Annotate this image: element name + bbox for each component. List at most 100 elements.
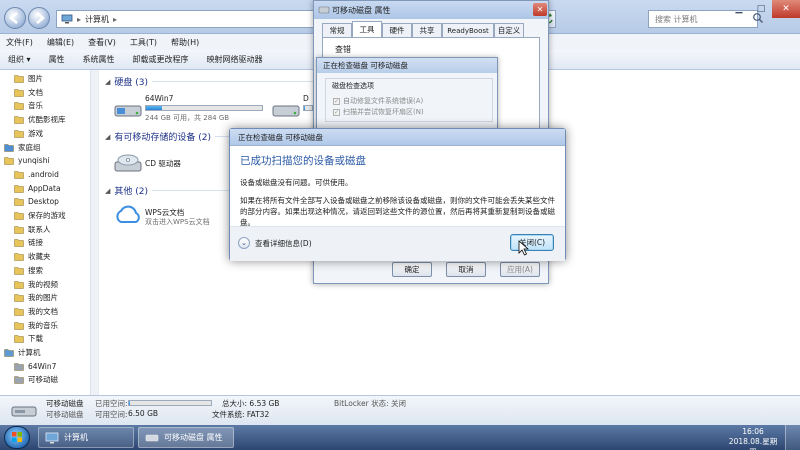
sidebar-item[interactable]: 优酷影视库 xyxy=(14,113,66,126)
organize-button[interactable]: 组织 ▾ xyxy=(8,54,31,65)
tab-customize[interactable]: 自定义 xyxy=(494,23,524,37)
computer-icon xyxy=(45,432,59,444)
scan-sectors-option[interactable]: ✓ 扫描并尝试恢复坏扇区(N) xyxy=(333,107,424,117)
videos-icon xyxy=(14,280,24,289)
user-folder-icon xyxy=(4,156,14,165)
taskbar-properties[interactable]: 可移动磁盘 属性 xyxy=(138,427,234,448)
properties-title-bar: 可移动磁盘 属性 xyxy=(314,1,548,19)
forward-button[interactable] xyxy=(28,7,50,29)
sidebar-item[interactable]: 计算机 xyxy=(4,346,41,359)
cd-drive-icon[interactable] xyxy=(113,150,143,174)
clock-time: 16:06 xyxy=(742,427,764,436)
sidebar-item[interactable]: 家庭组 xyxy=(4,141,41,154)
drive-usage-bar xyxy=(303,105,313,111)
drive-name[interactable]: 64Win7 xyxy=(145,94,173,103)
sidebar-item[interactable]: yunqishi xyxy=(4,154,50,167)
ok-button[interactable]: 确定 xyxy=(392,262,432,277)
checkbox[interactable]: ✓ xyxy=(333,108,340,116)
apply-button[interactable]: 应用(A) xyxy=(500,262,540,277)
back-button[interactable] xyxy=(4,7,26,29)
details-used-label: 已用空间: xyxy=(95,399,128,408)
tab-hardware[interactable]: 硬件 xyxy=(382,23,412,37)
sidebar-item-label: 搜索 xyxy=(28,265,43,275)
tab-general[interactable]: 常规 xyxy=(322,23,352,37)
sidebar-item-label: 家庭组 xyxy=(18,142,41,152)
sidebar-item[interactable]: 图片 xyxy=(14,72,43,85)
auto-fix-option[interactable]: ✓ 自动修复文件系统错误(A) xyxy=(333,96,423,106)
menu-help[interactable]: 帮助(H) xyxy=(171,37,199,48)
address-segment[interactable]: 计算机 xyxy=(85,14,109,25)
sidebar-item[interactable]: 64Win7 xyxy=(14,360,56,373)
folder-icon xyxy=(14,170,24,179)
tab-sharing[interactable]: 共享 xyxy=(412,23,442,37)
sidebar-item[interactable]: 链接 xyxy=(14,236,43,249)
properties-title: 可移动磁盘 属性 xyxy=(332,5,391,15)
start-button[interactable] xyxy=(4,426,30,449)
removable-drive-icon xyxy=(10,402,38,420)
sidebar-item[interactable]: 搜索 xyxy=(14,264,43,277)
sidebar-item[interactable]: 下载 xyxy=(14,332,43,345)
checkbox[interactable]: ✓ xyxy=(333,97,340,105)
drive-icon[interactable] xyxy=(271,100,301,120)
sidebar-item-label: 我的图片 xyxy=(28,293,58,303)
menu-view[interactable]: 查看(V) xyxy=(88,37,116,48)
folder-icon xyxy=(14,184,24,193)
cd-drive-name[interactable]: CD 驱动器 xyxy=(145,158,181,169)
sidebar-item[interactable]: .android xyxy=(14,168,59,181)
taskbar-properties-label: 可移动磁盘 属性 xyxy=(164,433,223,442)
minimize-button[interactable]: ▁ xyxy=(728,0,750,18)
sidebar-item[interactable]: 游戏 xyxy=(14,127,43,140)
close-button[interactable]: 关闭(C) xyxy=(510,234,554,251)
maximize-button[interactable]: □ xyxy=(750,0,772,18)
details-free-label: 可用空间: xyxy=(95,410,128,419)
sidebar-item-label: Desktop xyxy=(28,197,59,207)
clock[interactable]: 16:06 2018.08.星期四 xyxy=(728,427,778,450)
wps-cloud-sub: 双击进入WPS云文档 xyxy=(145,218,210,226)
sidebar-item[interactable]: 收藏夹 xyxy=(14,250,51,263)
scan-result-title-bar: 正在检查磁盘 可移动磁盘 xyxy=(230,129,565,146)
scan-result-title: 正在检查磁盘 可移动磁盘 xyxy=(238,132,323,142)
drive-icon[interactable] xyxy=(113,100,143,120)
sidebar-item[interactable]: 音乐 xyxy=(14,99,43,112)
sidebar-item-label: 音乐 xyxy=(28,101,43,111)
menu-edit[interactable]: 编辑(E) xyxy=(47,37,74,48)
tab-readyboost[interactable]: ReadyBoost xyxy=(442,23,494,37)
sidebar-item[interactable]: 联系人 xyxy=(14,223,51,236)
show-desktop-button[interactable] xyxy=(785,425,800,450)
taskbar-computer[interactable]: 计算机 xyxy=(38,427,134,448)
close-icon[interactable]: ✕ xyxy=(533,3,547,16)
sidebar-item[interactable]: 我的音乐 xyxy=(14,319,58,332)
menu-tools[interactable]: 工具(T) xyxy=(130,37,157,48)
uninstall-button[interactable]: 卸载或更改程序 xyxy=(133,54,189,65)
drive-name[interactable]: D xyxy=(303,94,309,103)
drive-free-space: 244 GB 可用，共 284 GB xyxy=(145,114,230,122)
computer-icon xyxy=(4,348,14,357)
saved-games-icon xyxy=(14,211,24,220)
clock-date: 2018.08.星期四 xyxy=(728,437,778,450)
sidebar-item[interactable]: 我的图片 xyxy=(14,291,58,304)
sidebar-item[interactable]: 保存的游戏 xyxy=(14,209,66,222)
sidebar-scrollbar[interactable] xyxy=(90,70,98,395)
sidebar-item[interactable]: 我的文档 xyxy=(14,305,58,318)
scan-result-line1: 设备或磁盘没有问题。可供使用。 xyxy=(240,178,353,187)
view-details-toggle[interactable]: ⌄ 查看详细信息(D) xyxy=(238,237,312,249)
close-window-button[interactable]: ✕ xyxy=(772,0,800,18)
searches-icon xyxy=(14,266,24,275)
removable-drive-icon xyxy=(14,375,24,385)
sidebar-item[interactable]: Desktop xyxy=(14,195,59,208)
sidebar-item[interactable]: 我的视频 xyxy=(14,278,58,291)
system-properties-button[interactable]: 系统属性 xyxy=(83,54,115,65)
drive-usage-bar xyxy=(145,105,263,111)
tab-tools[interactable]: 工具 xyxy=(352,21,382,37)
sidebar-item-label: 下载 xyxy=(28,334,43,344)
menu-file[interactable]: 文件(F) xyxy=(6,37,33,48)
cloud-icon[interactable] xyxy=(113,204,143,226)
properties-button[interactable]: 属性 xyxy=(49,54,65,65)
map-drive-button[interactable]: 映射网络驱动器 xyxy=(207,54,263,65)
sidebar-item[interactable]: 文档 xyxy=(14,86,43,99)
cancel-button[interactable]: 取消 xyxy=(446,262,486,277)
scan-result-dialog: 正在检查磁盘 可移动磁盘 已成功扫描您的设备或磁盘 设备或磁盘没有问题。可供使用… xyxy=(229,128,566,261)
details-free-value: 6.50 GB xyxy=(128,409,159,418)
sidebar-item[interactable]: 可移动磁 xyxy=(14,373,58,386)
sidebar-item[interactable]: AppData xyxy=(14,182,61,195)
